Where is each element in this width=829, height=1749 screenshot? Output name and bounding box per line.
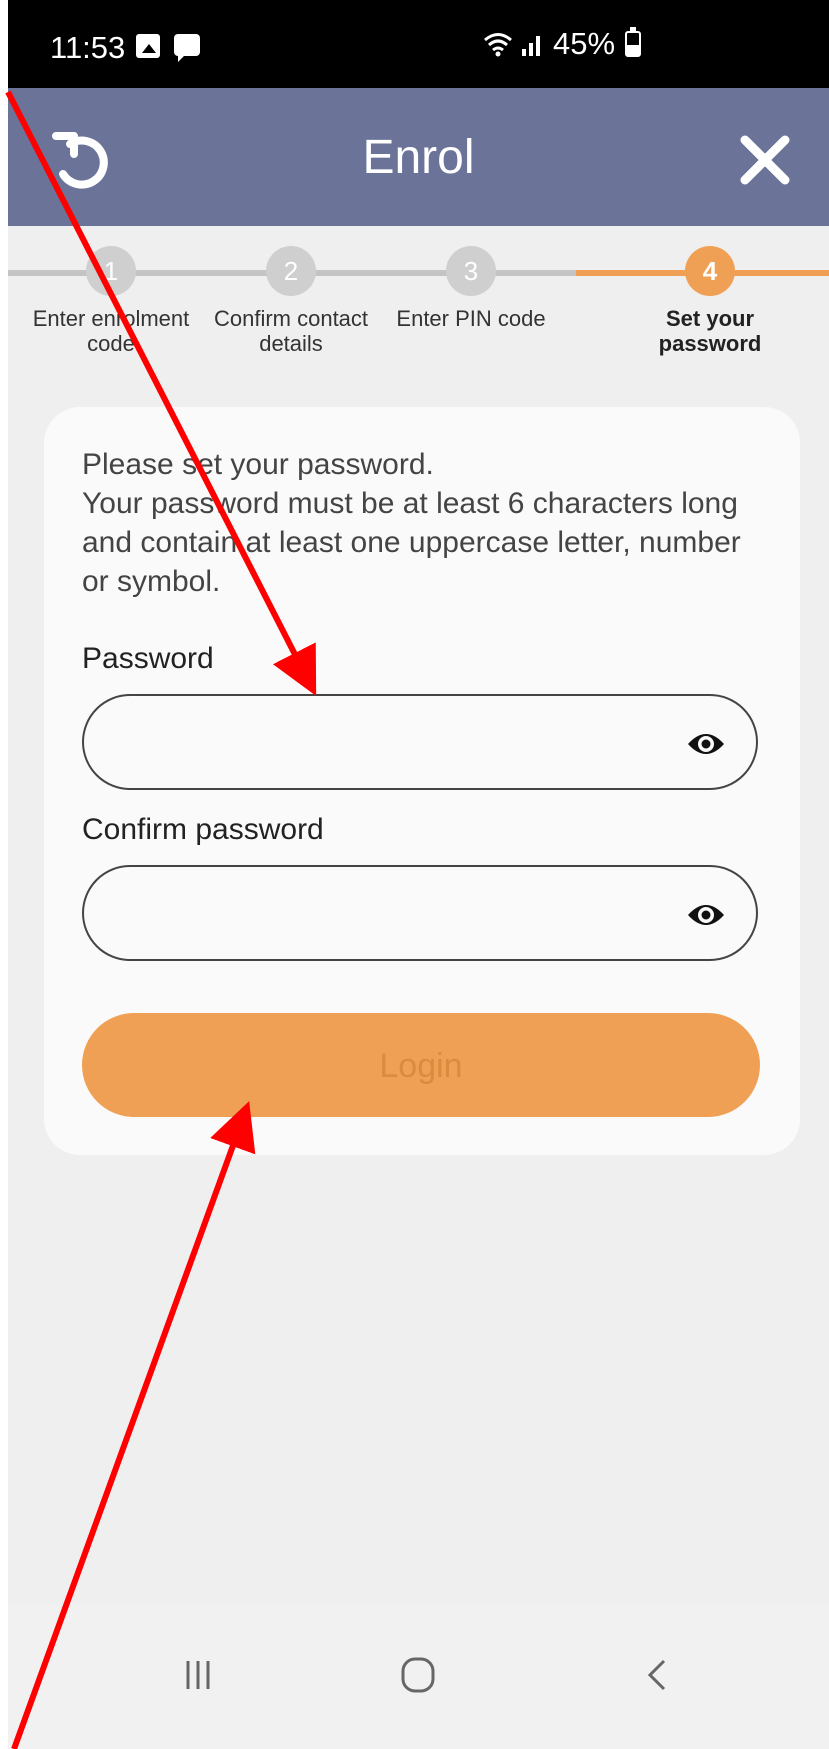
app-header: Enrol [8, 88, 829, 226]
message-icon [174, 34, 200, 62]
step-label: Enter PIN code [396, 306, 546, 331]
step-number: 3 [446, 246, 496, 296]
status-bar: 11:53 45% [8, 0, 829, 88]
step-4: 4 Set your password [640, 246, 780, 356]
login-button[interactable]: Login [82, 1013, 760, 1117]
signal-icon [522, 36, 540, 56]
notification-icons [136, 34, 200, 62]
step-label: Enter enrolment code [32, 306, 190, 356]
step-number: 2 [266, 246, 316, 296]
status-time: 11:53 [50, 30, 126, 65]
progress-stepper: 1 Enter enrolment code 2 Confirm contact… [8, 226, 829, 376]
gallery-icon [136, 34, 160, 58]
password-label: Password [82, 642, 214, 675]
system-nav-bar [8, 1605, 829, 1749]
confirm-password-label: Confirm password [82, 813, 324, 846]
home-icon[interactable] [388, 1655, 448, 1695]
phone-screen: 11:53 45% Enrol 1 Enter enrolment code 2… [8, 0, 829, 1749]
step-1: 1 Enter enrolment code [21, 246, 201, 356]
eye-icon[interactable] [686, 724, 726, 764]
wifi-icon [484, 33, 512, 57]
password-field[interactable] [82, 694, 758, 790]
battery-icon [625, 27, 642, 57]
confirm-password-field[interactable] [82, 865, 758, 961]
battery-percent: 45% [553, 26, 616, 61]
step-label: Set your password [658, 306, 762, 356]
step-number: 4 [685, 246, 735, 296]
password-card: Please set your password. Your password … [44, 407, 800, 1155]
step-3: 3 Enter PIN code [381, 246, 561, 331]
recent-apps-icon[interactable] [168, 1655, 228, 1695]
step-label: Confirm contact details [213, 306, 369, 356]
page-title: Enrol [362, 131, 475, 184]
step-number: 1 [86, 246, 136, 296]
status-right: 45% [483, 26, 642, 62]
step-2: 2 Confirm contact details [201, 246, 381, 356]
confirm-password-input[interactable] [118, 887, 682, 941]
password-input[interactable] [118, 716, 682, 770]
eye-icon[interactable] [686, 895, 726, 935]
back-icon[interactable] [628, 1655, 688, 1695]
close-icon[interactable] [733, 128, 797, 192]
instructions-text: Please set your password. Your password … [82, 448, 741, 598]
